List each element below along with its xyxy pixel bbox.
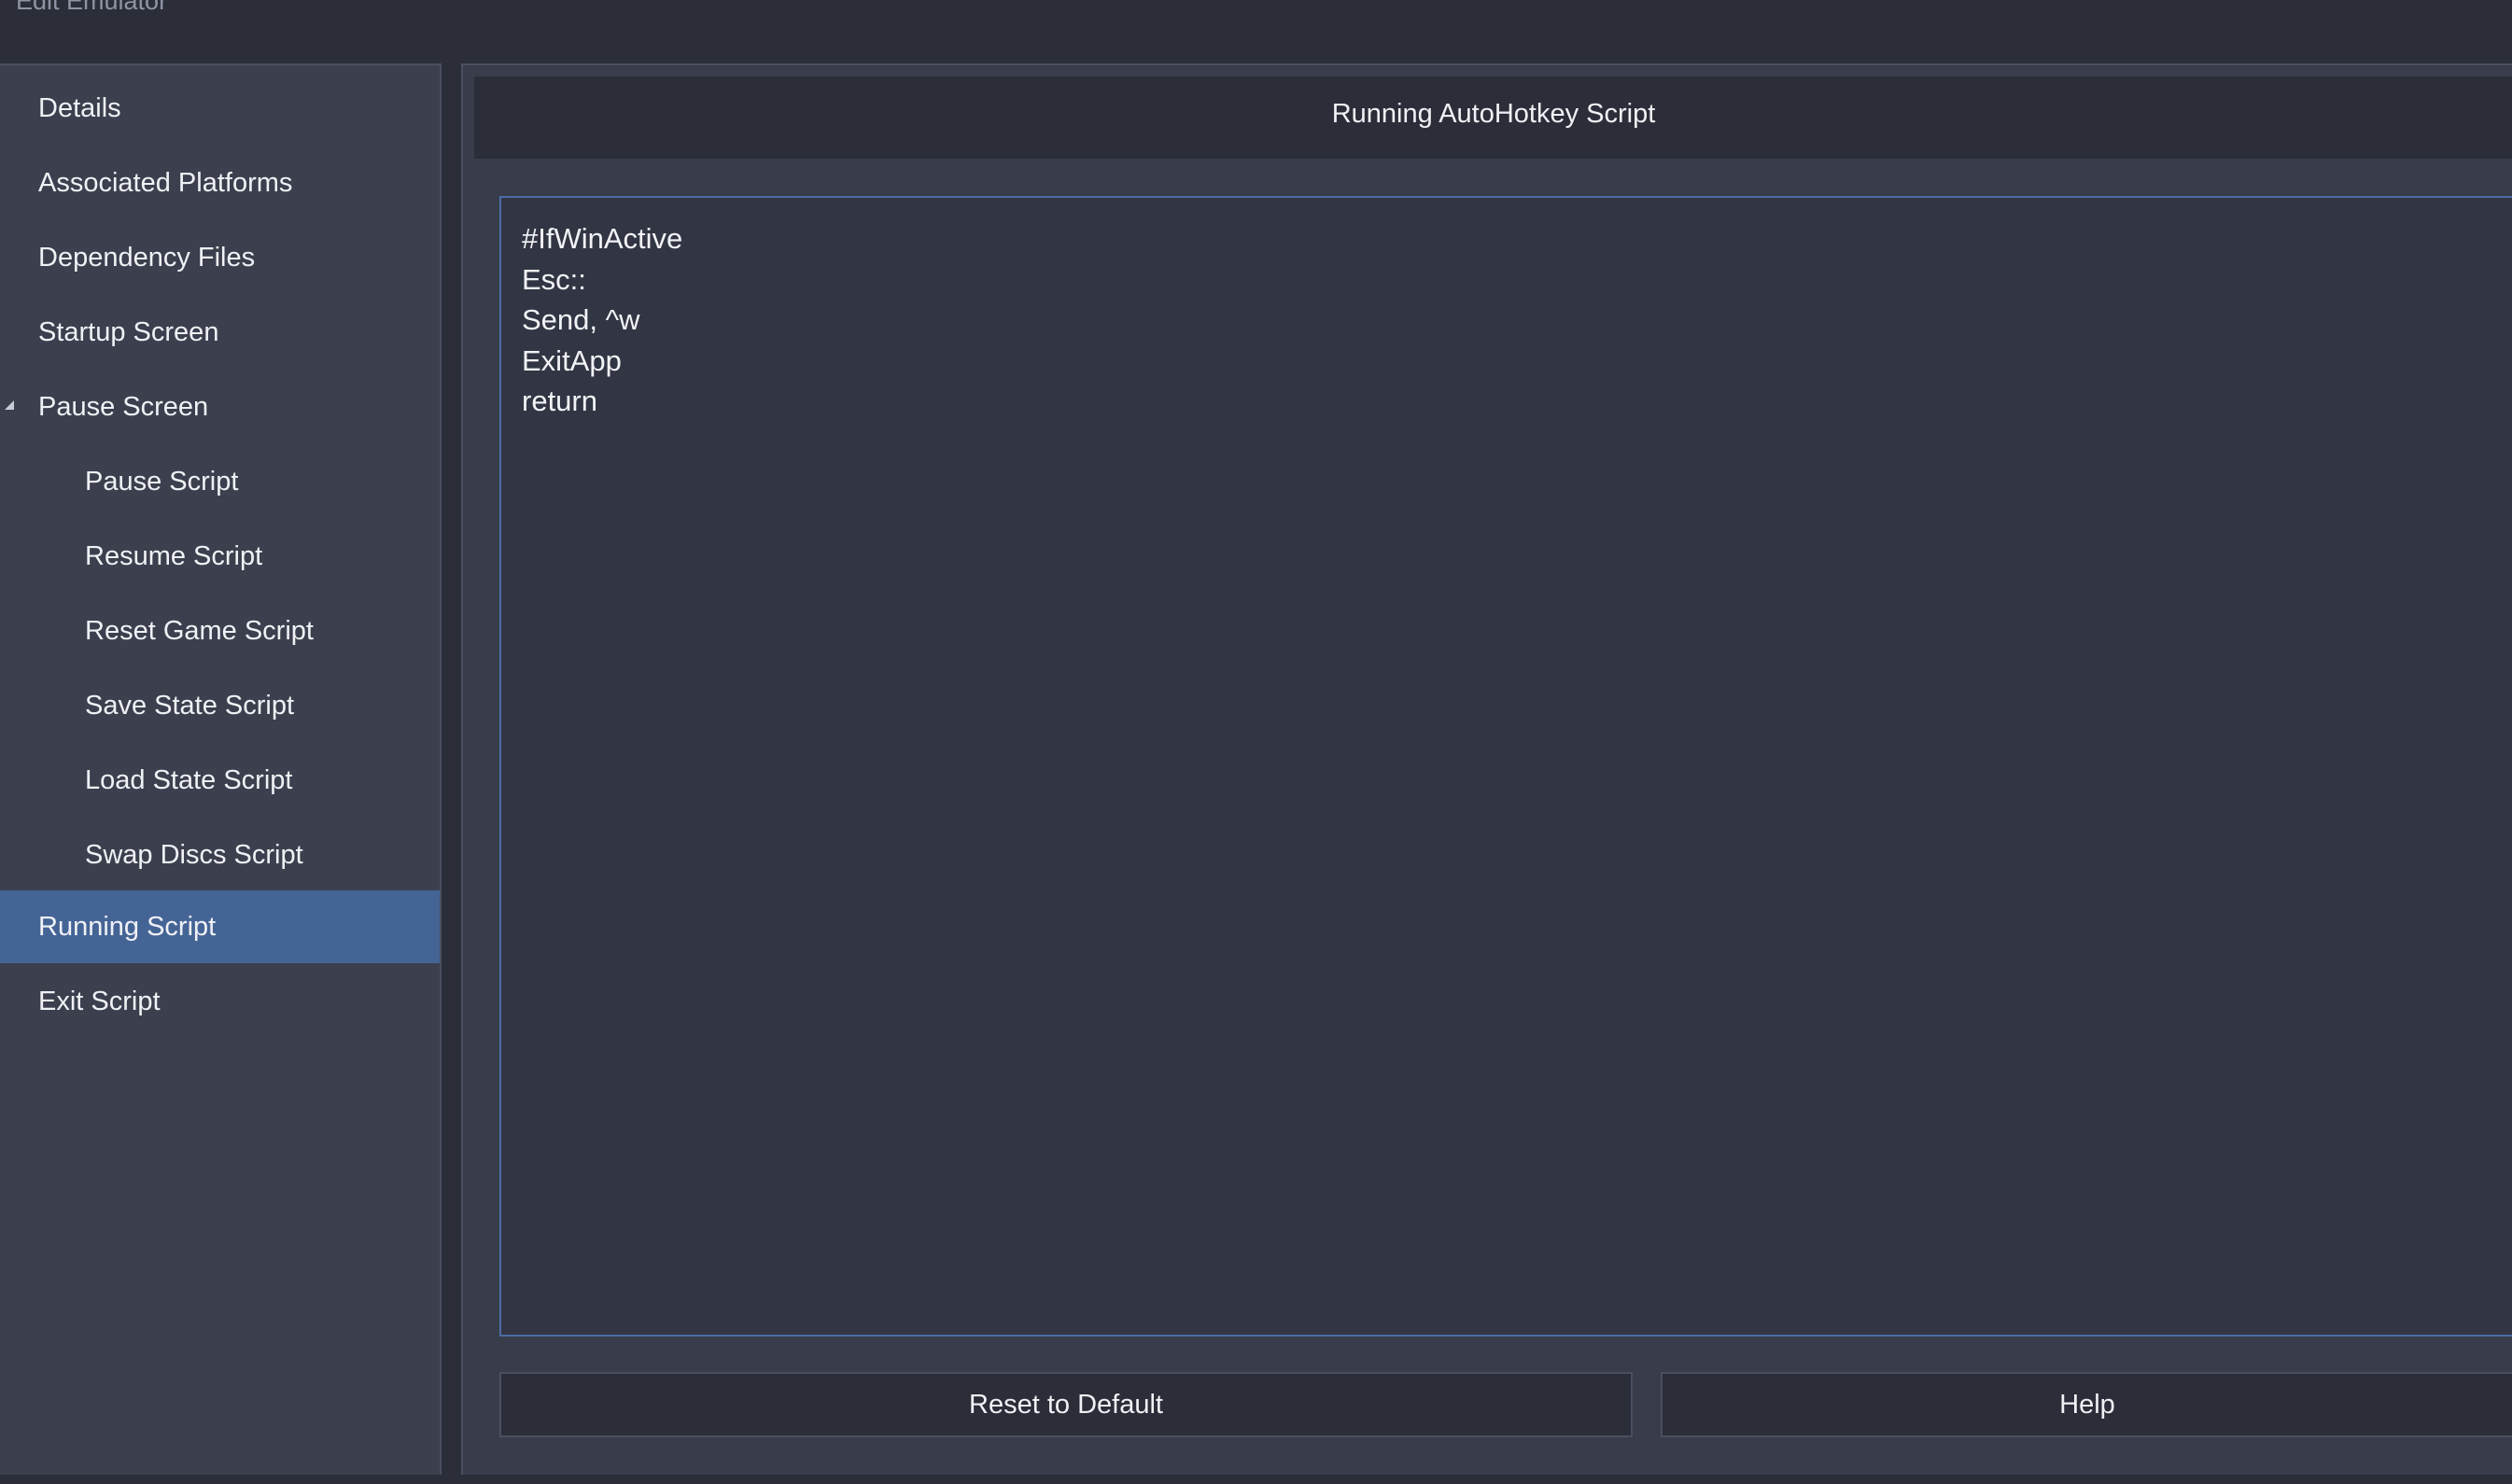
script-editor[interactable]: #IfWinActive Esc:: Send, ^w ExitApp retu… [499,196,2512,1337]
sidebar-item-label: Running Script [38,911,217,942]
sidebar-item-label: Save State Script [85,690,295,721]
expand-collapse-icon[interactable] [5,400,14,410]
sidebar-item-associated-platforms[interactable]: Associated Platforms [0,147,440,219]
sidebar-item-running-script[interactable]: Running Script [0,890,440,963]
sidebar-item-pause-screen[interactable]: Pause Screen [0,371,440,443]
section-header: Running AutoHotkey Script [474,77,2512,159]
help-button-label: Help [2059,1389,2115,1420]
sidebar-item-startup-screen[interactable]: Startup Screen [0,296,440,369]
sidebar-item-label: Exit Script [38,986,161,1016]
sidebar-nav: Details Associated Platforms Dependency … [0,63,442,1475]
sidebar-item-label: Dependency Files [38,242,256,273]
script-text[interactable]: #IfWinActive Esc:: Send, ^w ExitApp retu… [522,218,682,422]
title-bar[interactable]: Edit Emulator [0,0,2512,63]
reset-button-label: Reset to Default [969,1389,1163,1420]
sidebar-item-swap-discs-script[interactable]: Swap Discs Script [0,819,440,891]
window-bottom-edge [0,1475,2512,1484]
edit-emulator-window: Edit Emulator Details Associated Platfor… [0,0,2512,1484]
sidebar-item-label: Pause Script [85,466,239,497]
sidebar-item-label: Associated Platforms [38,167,293,198]
sidebar-item-resume-script[interactable]: Resume Script [0,520,440,593]
sidebar-item-label: Startup Screen [38,316,219,347]
window-title: Edit Emulator [16,0,168,15]
sidebar-item-exit-script[interactable]: Exit Script [0,965,440,1038]
help-button[interactable]: Help [1661,1372,2512,1437]
section-title: Running AutoHotkey Script [1331,99,1656,129]
sidebar-item-save-state-script[interactable]: Save State Script [0,669,440,742]
sidebar-item-label: Details [38,92,121,123]
sidebar-item-label: Load State Script [85,764,293,795]
reset-to-default-button[interactable]: Reset to Default [499,1372,1633,1437]
sidebar-item-label: Resume Script [85,540,263,571]
sidebar-item-reset-game-script[interactable]: Reset Game Script [0,595,440,667]
sidebar-item-dependency-files[interactable]: Dependency Files [0,221,440,294]
sidebar-item-details[interactable]: Details [0,72,440,145]
main-panel: Running AutoHotkey Script #IfWinActive E… [461,63,2512,1475]
sidebar-item-pause-script[interactable]: Pause Script [0,445,440,518]
sidebar-item-label: Pause Screen [38,391,209,422]
sidebar-item-load-state-script[interactable]: Load State Script [0,744,440,817]
sidebar-item-label: Reset Game Script [85,615,314,646]
sidebar-item-label: Swap Discs Script [85,839,303,870]
